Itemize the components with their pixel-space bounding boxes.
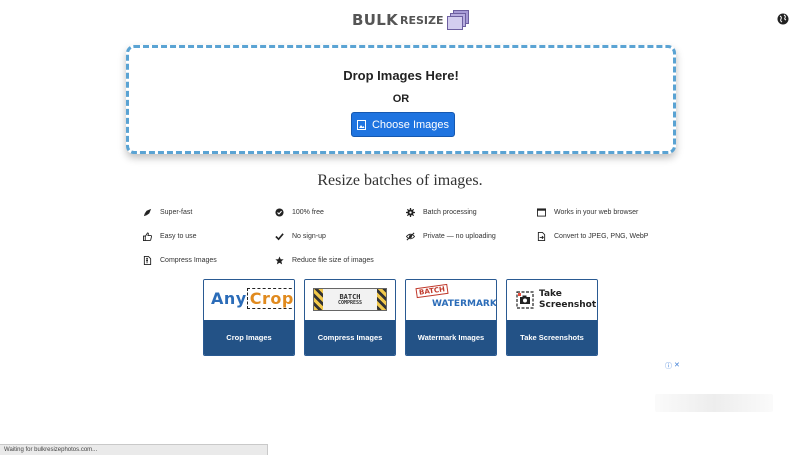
feature-item: No sign-up	[275, 232, 326, 241]
feature-item: Reduce file size of images	[275, 256, 374, 265]
feature-item: Works in your web browser	[537, 208, 638, 217]
feature-label: Batch processing	[423, 209, 477, 216]
feature-item: 100% free	[275, 208, 324, 217]
thumb-text-take: Take	[539, 289, 562, 299]
feature-item: Batch processing	[406, 208, 477, 217]
image-drop-zone[interactable]: Drop Images Here! OR Choose Images	[126, 45, 676, 154]
card-take-screenshots[interactable]: Take Screenshot Take Screenshots	[506, 279, 598, 356]
ad-placeholder	[655, 394, 773, 412]
image-stack-icon	[446, 10, 469, 30]
feature-label: Super-fast	[160, 209, 193, 216]
gear-icon	[406, 208, 415, 217]
browser-status-bar: Waiting for bulkresizephotos.com...	[0, 444, 268, 455]
image-file-icon	[356, 119, 366, 130]
thumbs-up-icon	[143, 232, 152, 241]
feature-label: Convert to JPEG, PNG, WebP	[554, 233, 649, 240]
thumb-text-screenshot: Screenshot	[539, 300, 597, 310]
thumb-text-compress: COMPRESS	[337, 299, 363, 306]
star-icon	[275, 256, 284, 265]
card-caption: Crop Images	[204, 320, 294, 355]
check-circle-icon	[275, 208, 284, 217]
card-thumbnail: BATCH COMPRESS	[305, 280, 395, 321]
compress-file-icon	[143, 256, 152, 265]
card-caption: Compress Images	[305, 320, 395, 355]
feature-item: Easy to use	[143, 232, 197, 241]
logo-text-bulk: BULK	[352, 11, 398, 29]
drop-zone-title: Drop Images Here!	[343, 68, 459, 83]
browser-window-icon	[537, 208, 546, 217]
feature-label: Private — no uploading	[423, 233, 496, 240]
card-compress-images[interactable]: BATCH COMPRESS Compress Images	[304, 279, 396, 356]
page-tagline: Resize batches of images.	[317, 172, 483, 189]
card-watermark-images[interactable]: BATCH WATERMARK Watermark Images	[405, 279, 497, 356]
feature-label: Reduce file size of images	[292, 257, 374, 264]
feature-label: Works in your web browser	[554, 209, 639, 216]
card-crop-images[interactable]: Any Crop Crop Images	[203, 279, 295, 356]
eye-slash-icon	[406, 232, 415, 241]
close-icon[interactable]: ✕	[674, 361, 680, 371]
card-caption: Watermark Images	[406, 320, 496, 355]
logo-text-resize: RESIZE	[400, 13, 444, 27]
feature-label: Compress Images	[160, 257, 217, 264]
thumb-text-crop: Crop	[246, 288, 294, 309]
feature-label: Easy to use	[160, 233, 197, 240]
convert-file-icon	[537, 232, 546, 241]
feature-item: Private — no uploading	[406, 232, 496, 241]
feature-label: 100% free	[292, 209, 324, 216]
thumb-text-batch: BATCH	[415, 283, 449, 299]
ad-choices[interactable]: ⓘ ✕	[665, 361, 680, 371]
check-icon	[275, 233, 284, 241]
choose-images-button[interactable]: Choose Images	[351, 112, 455, 137]
feature-item: Compress Images	[143, 256, 217, 265]
info-icon[interactable]: ⓘ	[665, 361, 672, 371]
rocket-icon	[143, 208, 152, 217]
globe-icon[interactable]	[777, 13, 789, 25]
feature-item: Super-fast	[143, 208, 192, 217]
thumb-text-any: Any	[211, 289, 247, 308]
feature-label: No sign-up	[292, 233, 326, 240]
site-logo[interactable]: BULK RESIZE	[352, 9, 469, 31]
card-thumbnail: Take Screenshot	[507, 280, 597, 321]
thumb-text-watermark: WATERMARK	[432, 299, 497, 309]
card-thumbnail: Any Crop	[204, 280, 294, 321]
card-thumbnail: BATCH WATERMARK	[406, 280, 496, 321]
camera-icon	[516, 291, 534, 309]
feature-item: Convert to JPEG, PNG, WebP	[537, 232, 648, 241]
drop-zone-or: OR	[392, 93, 410, 105]
card-caption: Take Screenshots	[507, 320, 597, 355]
choose-images-label: Choose Images	[371, 118, 450, 131]
